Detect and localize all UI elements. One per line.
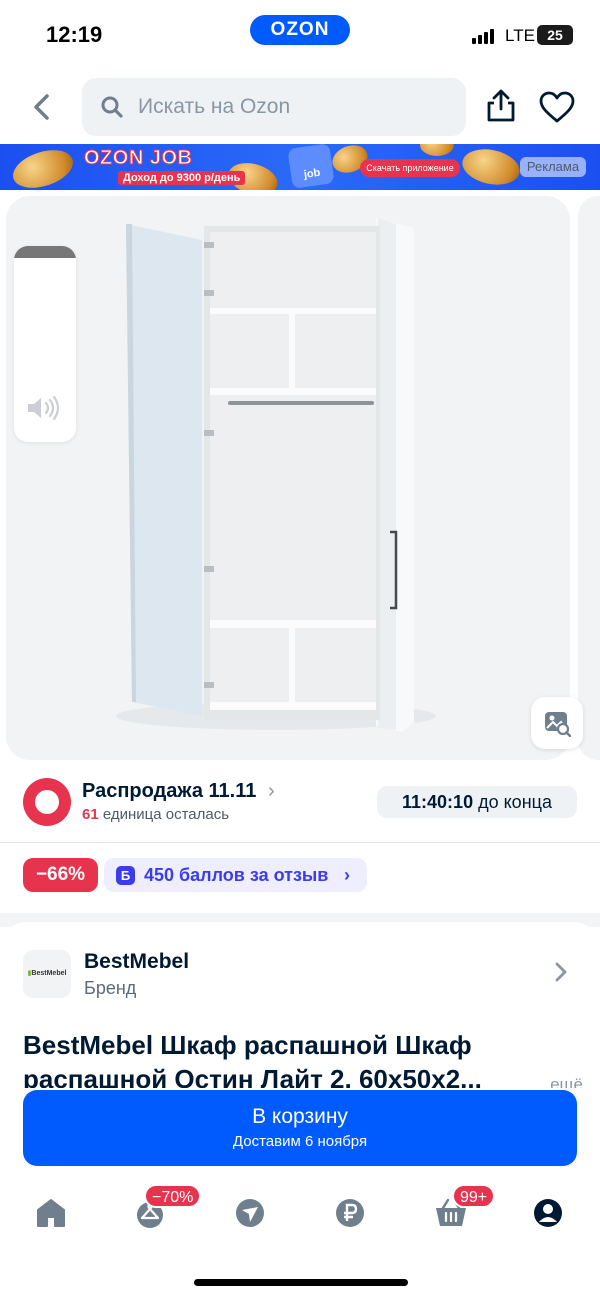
- tab-fresh[interactable]: −70%: [130, 1184, 202, 1232]
- cart-button-label: В корзину: [252, 1105, 348, 1128]
- chevron-right-icon[interactable]: [552, 960, 570, 984]
- coin-decoration: [459, 144, 523, 190]
- tab-fresh-badge: −70%: [144, 1184, 202, 1208]
- product-title: BestMebel Шкаф распашной Шкаф распашной …: [23, 1028, 583, 1088]
- review-points-badge[interactable]: Б 450 баллов за отзыв ›: [104, 858, 367, 892]
- next-photo-peek[interactable]: [578, 196, 600, 760]
- photo-search-icon: [545, 712, 571, 737]
- coin-decoration: [420, 144, 454, 156]
- heart-icon: [539, 91, 575, 123]
- product-gallery[interactable]: [0, 190, 600, 770]
- status-bar: 12:19 OZON LTE 25: [0, 0, 600, 68]
- cart-delivery-text: Доставим 6 ноября: [232, 1133, 368, 1150]
- profile-icon: [534, 1199, 562, 1227]
- home-icon: [37, 1199, 65, 1227]
- video-thumb-top: [14, 246, 76, 258]
- tab-home[interactable]: [31, 1192, 71, 1232]
- video-thumbnail[interactable]: [14, 246, 76, 442]
- brand-subtitle: Бренд: [84, 978, 137, 998]
- chevron-left-icon: [34, 94, 49, 120]
- ad-job-card: job: [287, 144, 335, 189]
- cellular-signal-icon: [472, 28, 498, 44]
- timer-suffix: до конца: [478, 792, 552, 812]
- back-button[interactable]: [26, 90, 60, 124]
- timer-value: 11:40:10: [402, 792, 474, 812]
- coin-decoration: [8, 144, 78, 190]
- product-photo[interactable]: [6, 196, 570, 760]
- tab-pay[interactable]: [230, 1192, 270, 1232]
- points-text: 450 баллов за отзыв: [144, 865, 329, 885]
- sale-timer: 11:40:10 до конца: [377, 786, 577, 818]
- search-input[interactable]: [138, 78, 458, 136]
- network-type: LTE: [505, 26, 535, 45]
- stock-text: единица осталась: [102, 806, 230, 823]
- points-icon: Б: [116, 866, 135, 885]
- ad-brand: OZON JOB: [83, 147, 193, 170]
- brand-name[interactable]: BestMebel: [84, 950, 189, 974]
- sale-logo-icon: [23, 778, 71, 826]
- sale-title: Распродажа 11.11: [82, 780, 257, 802]
- ad-banner[interactable]: OZON JOB Доход до 9300 р/день job Скачат…: [0, 144, 600, 190]
- ruble-icon: [336, 1199, 364, 1227]
- product-title-line1: BestMebel Шкаф распашной Шкаф: [23, 1030, 472, 1060]
- tab-profile[interactable]: [528, 1192, 568, 1232]
- sale-row[interactable]: Распродажа 11.11 › 61 единица осталась 1…: [0, 770, 600, 842]
- compass-icon: [236, 1199, 264, 1227]
- add-to-cart-button[interactable]: В корзину Доставим 6 ноября: [23, 1090, 577, 1166]
- brand-card: ▮BestMebel BestMebel Бренд BestMebel Шка…: [0, 922, 600, 1097]
- bottom-tab-bar: −70% 99+: [0, 1170, 600, 1297]
- status-time: 12:19: [46, 22, 103, 47]
- search-box[interactable]: [82, 78, 466, 136]
- sale-chevron: ›: [268, 780, 275, 802]
- wardrobe-image: [116, 218, 436, 732]
- stock-left: 61 единица осталась: [82, 806, 229, 823]
- search-icon: [101, 96, 123, 118]
- brand-logo[interactable]: ▮BestMebel: [23, 950, 71, 998]
- brand-logo-text: BestMebel: [31, 970, 67, 977]
- share-button[interactable]: [484, 88, 518, 124]
- ad-cta-button[interactable]: Скачать приложение: [360, 159, 460, 177]
- home-indicator[interactable]: [194, 1279, 408, 1286]
- title-more-link[interactable]: ещё: [542, 1068, 583, 1088]
- ad-label: Реклама: [520, 157, 586, 177]
- favorite-button[interactable]: [538, 90, 576, 124]
- product-title-line2: распашной Остин Лайт 2, 60х50х2...: [23, 1064, 482, 1088]
- ozon-app-pill: OZON: [250, 15, 350, 45]
- tab-cart[interactable]: 99+: [430, 1184, 496, 1232]
- points-arrow: ›: [344, 865, 350, 885]
- battery-indicator: 25: [537, 25, 573, 45]
- ad-tagline: Доход до 9300 р/день: [118, 171, 246, 185]
- discount-badge: −66%: [23, 858, 98, 892]
- tab-cart-badge: 99+: [452, 1184, 496, 1208]
- photo-search-button[interactable]: [531, 697, 583, 749]
- price-badges: −66% Б 450 баллов за отзыв ›: [0, 843, 600, 913]
- tab-ruble[interactable]: [330, 1192, 370, 1232]
- share-icon: [487, 89, 515, 122]
- search-header: [0, 68, 600, 144]
- sound-icon[interactable]: [26, 394, 64, 422]
- stock-count: 61: [82, 806, 99, 823]
